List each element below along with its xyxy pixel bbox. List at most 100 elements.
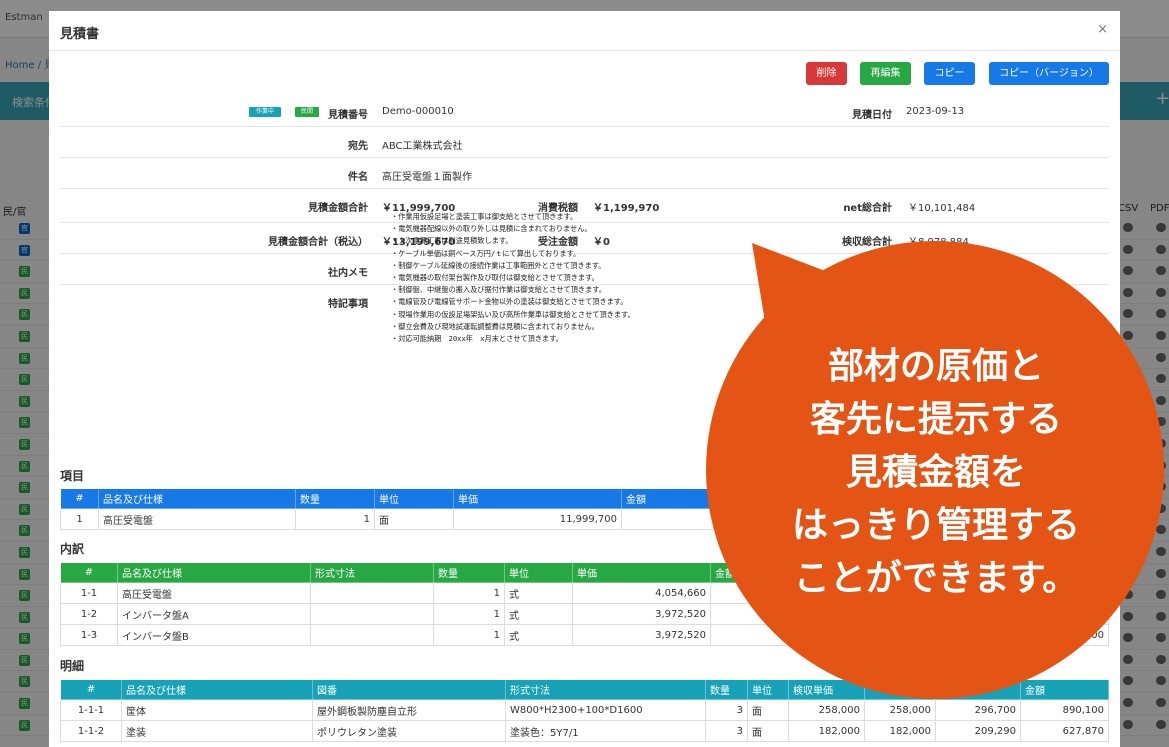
callout-line: ことができます。 xyxy=(793,558,1079,599)
table-cell: 面 xyxy=(747,720,789,742)
value-addressee: ABC工業株式会社 xyxy=(382,141,463,152)
table-cell: 3 xyxy=(705,699,748,721)
close-icon[interactable]: × xyxy=(1097,22,1108,37)
table-cell: 1-2 xyxy=(60,603,118,625)
column-header: 数量 xyxy=(433,562,505,583)
note-line: ・電気機器の取付架台製作及び取付は御支給とさせて頂きます。 xyxy=(391,273,599,283)
label-acceptance: 検収総合計 xyxy=(842,237,892,248)
table-cell: 182,000 xyxy=(788,720,865,742)
info-row-subject: 件名 高圧受電盤１面製作 xyxy=(60,158,1109,189)
info-row-addressee: 宛先 ABC工業株式会社 xyxy=(60,127,1109,158)
note-line: ・御立会費及び現地試運転調整費は見積に含まれておりません。 xyxy=(391,321,599,331)
column-header xyxy=(935,679,1021,700)
table-cell: 筐体 xyxy=(121,699,313,721)
column-header: 数量 xyxy=(705,679,748,700)
sector-badge: 民間 xyxy=(295,107,319,117)
delete-button[interactable]: 削除 xyxy=(806,62,847,85)
table-cell: インバータ盤A xyxy=(117,603,311,625)
label-notes: 特記事項 xyxy=(328,299,368,310)
table-cell xyxy=(310,582,434,604)
callout-line: 客先に提示する xyxy=(809,399,1062,440)
table-row[interactable]: 1-2 インバータ盤A 1 式 3,972,520 xyxy=(60,603,1109,625)
table-cell: ポリウレタン塗装 xyxy=(312,720,506,742)
table-cell xyxy=(310,624,434,646)
note-line: ・作業用仮設足場と塗装工事は御支給とさせて頂きます。 xyxy=(391,212,578,221)
note-line: ・現場作業用の仮設足場架払い及び高所作業車は御支給とさせて頂きます。 xyxy=(391,309,635,319)
note-line: ・１次電源工事は別途見積致します。 xyxy=(391,236,513,246)
value-subject: 高圧受電盤１面製作 xyxy=(382,172,472,183)
table-cell: 1 xyxy=(60,508,99,530)
column-header: 単位 xyxy=(747,679,789,700)
table-cell xyxy=(710,603,1109,625)
label-total-tax: 見積金額合計（税込） xyxy=(268,237,368,248)
copy-version-button[interactable]: コピー（バージョン） xyxy=(989,62,1109,85)
table-cell: 3 xyxy=(705,720,748,742)
items-section-title: 項目 xyxy=(60,469,85,483)
column-header: 金額 xyxy=(1020,679,1109,700)
callout-line: 部材の原価と xyxy=(827,346,1044,387)
label-date: 見積日付 xyxy=(852,110,892,121)
column-header: 図番 xyxy=(312,679,506,700)
info-row-number: 作業中 民間 見積番号 Demo-000010 見積日付 2023-09-13 xyxy=(60,97,1109,127)
table-cell: 面 xyxy=(374,508,454,530)
column-header: 単価 xyxy=(572,562,711,583)
table-cell: 3,972,520 xyxy=(572,603,711,625)
table-row[interactable]: 1-3 インバータ盤B 1 式 3,972,520 300 xyxy=(60,624,1109,646)
modal-header: 見積書 × xyxy=(49,11,1120,51)
note-line: ・対応可能納期 20xx年 x月末とさせて頂きます。 xyxy=(391,334,563,344)
table-cell: 3,972,520 xyxy=(572,624,711,646)
table-cell: 209,290 xyxy=(935,720,1021,742)
table-cell: W800*H2300+100*D1600 xyxy=(505,699,706,721)
table-cell: 1 xyxy=(433,624,505,646)
table-cell: 1-3 xyxy=(60,624,118,646)
table-cell: 1-1-1 xyxy=(60,699,122,721)
column-header: 検収単価 xyxy=(788,679,865,700)
modal-title: 見積書 xyxy=(60,27,100,42)
note-line: ・ケーブル単価は銅ベース万円/ｔにて算出しております。 xyxy=(391,248,581,258)
callout-line: 見積金額を xyxy=(845,452,1026,493)
label-net: net総合計 xyxy=(843,203,892,214)
table-cell: 300 xyxy=(710,624,1109,646)
table-cell: 式 xyxy=(504,624,573,646)
value-net: ￥10,101,484 xyxy=(908,203,976,214)
value-number: Demo-000010 xyxy=(382,106,454,117)
column-header: # xyxy=(60,488,99,509)
note-line: ・電気機器配線以外の取り外しは見積に含まれておりません。 xyxy=(391,224,592,234)
table-cell: 627,870 xyxy=(1020,720,1109,742)
table-cell: 258,000 xyxy=(788,699,865,721)
reedit-button[interactable]: 再編集 xyxy=(860,62,911,85)
column-header: 単価 xyxy=(453,488,622,509)
column-header: 品名及び仕様 xyxy=(98,488,296,509)
column-header: # xyxy=(60,562,118,583)
table-cell xyxy=(310,603,434,625)
detail-section-title: 明細 xyxy=(60,659,85,673)
column-header: 単位 xyxy=(374,488,454,509)
note-line: ・電線管及び電線管サポート金物以外の塗装は御支給とさせて頂きます。 xyxy=(391,297,628,307)
table-cell: インバータ盤B xyxy=(117,624,311,646)
table-row[interactable]: 1-1-2 塗装 ポリウレタン塗装 塗装色：5Y7/1 3 面 182,000 182,000… xyxy=(60,720,1109,742)
table-cell: 1-1 xyxy=(60,582,118,604)
label-number: 見積番号 xyxy=(328,110,368,121)
table-cell: 式 xyxy=(504,582,573,604)
table-row[interactable]: 1-1-1 筐体 屋外鋼板製防塵自立形 W800*H2300+100*D1600 3 面 2… xyxy=(60,699,1109,721)
callout-text: 部材の原価と 客先に提示する 見積金額をはっきり管理する ことができます。 xyxy=(711,340,1161,605)
special-notes: ・作業用仮設足場と塗装工事は御支給とさせて頂きます。・電気機器配線以外の取り外し… xyxy=(391,211,635,345)
table-cell: 屋外鋼板製防塵自立形 xyxy=(312,699,506,721)
table-cell: 高圧受電盤 xyxy=(117,582,311,604)
table-cell: 11,999,700 xyxy=(453,508,622,530)
column-header: 数量 xyxy=(295,488,375,509)
table-cell: 塗装色：5Y7/1 xyxy=(505,720,706,742)
table-cell: 182,000 xyxy=(864,720,936,742)
table-cell: 式 xyxy=(504,603,573,625)
copy-button[interactable]: コピー xyxy=(924,62,975,85)
table-cell: 258,000 xyxy=(864,699,936,721)
column-header: 品名及び仕様 xyxy=(121,679,313,700)
callout-line: はっきり管理する xyxy=(791,505,1080,546)
label-addressee: 宛先 xyxy=(348,141,368,152)
table-cell: 296,700 xyxy=(935,699,1021,721)
table-cell: 面 xyxy=(747,699,789,721)
detail-table: # 品名及び仕様 図番 形式寸法 数量 単位 検収単価 金額 1-1-1 筐体 屋外鋼板製防塵自立… xyxy=(60,679,1109,742)
column-header: 品名及び仕様 xyxy=(117,562,311,583)
table-cell: 890,100 xyxy=(1020,699,1109,721)
table-cell: 1 xyxy=(295,508,375,530)
